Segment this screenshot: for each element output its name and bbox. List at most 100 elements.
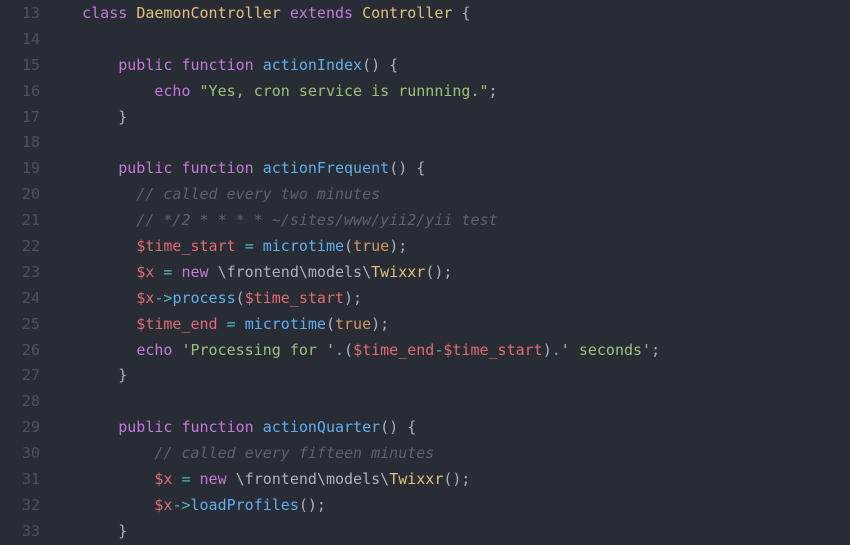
- code-line[interactable]: [46, 27, 850, 53]
- code-line[interactable]: $time_end = microtime(true);: [46, 312, 850, 338]
- code-line[interactable]: $x = new \frontend\models\Twixxr();: [46, 467, 850, 493]
- token-kw: function: [181, 159, 253, 177]
- token-punc: ;: [489, 82, 498, 100]
- token-punc: }: [46, 108, 127, 126]
- token-var: $time_end: [353, 341, 434, 359]
- line-number: 27: [0, 363, 40, 389]
- code-line[interactable]: }: [46, 519, 850, 545]
- line-number: 18: [0, 130, 40, 156]
- code-line[interactable]: }: [46, 105, 850, 131]
- line-number: 33: [0, 519, 40, 545]
- code-line[interactable]: [46, 130, 850, 156]
- code-line[interactable]: public function actionFrequent() {: [46, 156, 850, 182]
- token-punc: }: [46, 522, 127, 540]
- token-punc: );: [371, 315, 389, 333]
- token-var: $time_start: [245, 289, 344, 307]
- token-ws: [46, 82, 154, 100]
- token-kw: public: [118, 159, 172, 177]
- token-op: =: [227, 315, 236, 333]
- token-punc: );: [344, 289, 362, 307]
- token-ws: [254, 418, 263, 436]
- code-line[interactable]: // */2 * * * * ~/sites/www/yii2/yii test: [46, 208, 850, 234]
- token-punc: );: [389, 237, 407, 255]
- token-ws: [209, 263, 218, 281]
- token-ws: [46, 263, 136, 281]
- code-line[interactable]: [46, 389, 850, 415]
- token-str: ' seconds': [561, 341, 651, 359]
- code-line[interactable]: // called every fifteen minutes: [46, 441, 850, 467]
- token-const: true: [335, 315, 371, 333]
- token-str: 'Processing for ': [181, 341, 335, 359]
- token-str: "Yes, cron service is runnning.": [200, 82, 489, 100]
- token-ws: [46, 470, 154, 488]
- code-line[interactable]: $x = new \frontend\models\Twixxr();: [46, 260, 850, 286]
- token-fn: microtime: [263, 237, 344, 255]
- line-number: 21: [0, 208, 40, 234]
- token-kw: extends: [290, 4, 353, 22]
- token-ws: [191, 82, 200, 100]
- token-ws: [46, 237, 136, 255]
- line-number: 31: [0, 467, 40, 493]
- code-line[interactable]: $x->process($time_start);: [46, 286, 850, 312]
- token-punc: ();: [425, 263, 452, 281]
- line-number: 30: [0, 441, 40, 467]
- line-number: 23: [0, 260, 40, 286]
- token-ws: [46, 315, 136, 333]
- token-punc: \frontend\models\: [218, 263, 372, 281]
- line-number: 13: [0, 1, 40, 27]
- code-line[interactable]: public function actionIndex() {: [46, 53, 850, 79]
- line-number: 24: [0, 286, 40, 312]
- token-cls: Twixxr: [389, 470, 443, 488]
- code-line[interactable]: class DaemonController extends Controlle…: [46, 1, 850, 27]
- token-ws: [46, 159, 118, 177]
- token-cls: Twixxr: [371, 263, 425, 281]
- token-ws: [227, 470, 236, 488]
- token-kw: public: [118, 418, 172, 436]
- token-const: true: [353, 237, 389, 255]
- token-kw: class: [82, 4, 127, 22]
- token-op: .: [335, 341, 344, 359]
- token-ws: [218, 315, 227, 333]
- code-line[interactable]: $time_start = microtime(true);: [46, 234, 850, 260]
- code-line[interactable]: // called every two minutes: [46, 182, 850, 208]
- token-ws: [281, 4, 290, 22]
- token-punc: ;: [651, 341, 660, 359]
- token-cmt: // called every two minutes: [136, 185, 380, 203]
- token-var: $time_start: [136, 237, 235, 255]
- token-fn: actionQuarter: [263, 418, 380, 436]
- token-punc: ): [543, 341, 552, 359]
- token-op: =: [245, 237, 254, 255]
- code-line[interactable]: public function actionQuarter() {: [46, 415, 850, 441]
- token-op: .: [552, 341, 561, 359]
- token-punc: {: [452, 4, 470, 22]
- token-ws: [236, 315, 245, 333]
- token-ws: [46, 341, 136, 359]
- token-ws: [127, 4, 136, 22]
- token-kw: new: [181, 263, 208, 281]
- token-var: $time_end: [136, 315, 217, 333]
- token-kw: new: [200, 470, 227, 488]
- token-ws: [254, 56, 263, 74]
- line-number: 19: [0, 156, 40, 182]
- token-ws: [46, 185, 136, 203]
- code-line[interactable]: $x->loadProfiles();: [46, 493, 850, 519]
- token-punc: () {: [380, 418, 416, 436]
- code-line[interactable]: }: [46, 363, 850, 389]
- line-number: 20: [0, 182, 40, 208]
- code-area[interactable]: class DaemonController extends Controlle…: [46, 0, 850, 545]
- token-fn: microtime: [245, 315, 326, 333]
- line-number: 26: [0, 338, 40, 364]
- token-fn: process: [172, 289, 235, 307]
- token-var: $x: [136, 263, 154, 281]
- token-ws: [46, 56, 118, 74]
- line-number: 22: [0, 234, 40, 260]
- token-ws: [46, 418, 118, 436]
- token-ws: [191, 470, 200, 488]
- code-line[interactable]: echo "Yes, cron service is runnning.";: [46, 79, 850, 105]
- code-editor[interactable]: 1314151617181920212223242526272829303132…: [0, 0, 850, 545]
- code-line[interactable]: echo 'Processing for '.($time_end-$time_…: [46, 338, 850, 364]
- token-punc: () {: [362, 56, 398, 74]
- token-punc: }: [46, 366, 127, 384]
- line-number: 16: [0, 79, 40, 105]
- token-ws: [46, 289, 136, 307]
